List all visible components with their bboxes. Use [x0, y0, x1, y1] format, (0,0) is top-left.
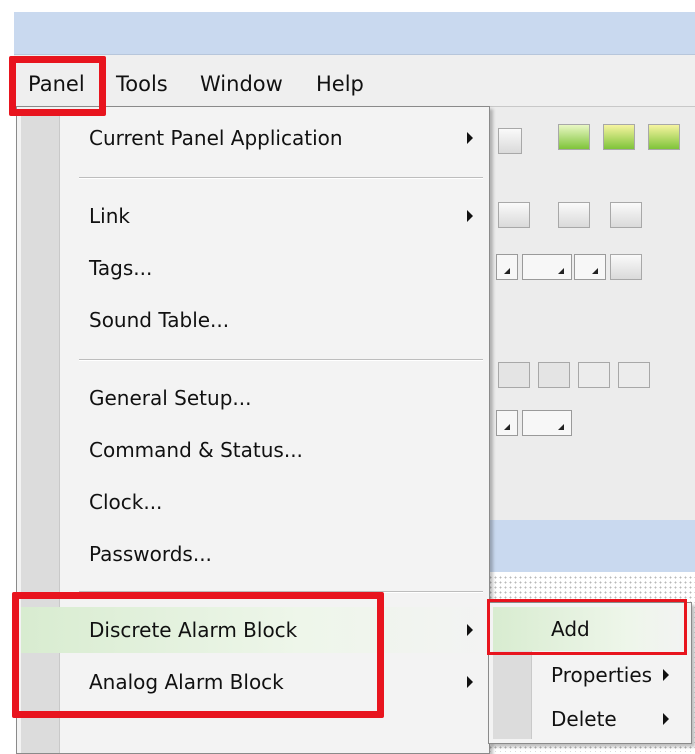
submenu-item-add[interactable]: Add — [493, 607, 687, 651]
submenu-item-properties[interactable]: Properties — [493, 653, 687, 697]
window-title-bar — [14, 12, 695, 54]
toolbar-area — [488, 106, 695, 522]
menu-tools[interactable]: Tools — [116, 72, 168, 96]
menu-separator — [79, 591, 483, 593]
text-display-icon[interactable] — [558, 202, 590, 228]
menu-item-clock[interactable]: Clock... — [21, 479, 487, 525]
menu-separator — [79, 359, 483, 361]
menu-panel[interactable]: Panel — [28, 72, 85, 96]
menu-window[interactable]: Window — [200, 72, 283, 96]
dropdown-5[interactable] — [522, 410, 572, 436]
menu-item-analog-alarm-block[interactable]: Analog Alarm Block — [21, 659, 487, 705]
submenu-arrow-icon — [663, 713, 669, 725]
menu-item-passwords[interactable]: Passwords... — [21, 531, 487, 577]
dropdown-1[interactable] — [496, 254, 518, 280]
panel-copy-icon[interactable] — [558, 124, 590, 150]
crosshair-icon[interactable] — [610, 254, 642, 280]
spin-icon[interactable] — [498, 128, 522, 154]
unlink-icon[interactable] — [618, 362, 650, 388]
select-icon[interactable] — [498, 362, 530, 388]
link-icon[interactable] — [578, 362, 610, 388]
panel-menu: Current Panel Application Link Tags... S… — [16, 106, 490, 754]
alarm-block-submenu: Add Properties Delete — [488, 602, 692, 744]
menu-help[interactable]: Help — [316, 72, 364, 96]
submenu-arrow-icon — [467, 624, 473, 636]
panel-up-icon[interactable] — [603, 124, 635, 150]
menu-item-discrete-alarm-block[interactable]: Discrete Alarm Block — [21, 607, 487, 653]
numeric-display-icon[interactable] — [498, 202, 530, 228]
panel-edit-icon[interactable] — [648, 124, 680, 150]
panel-window-title — [488, 520, 695, 572]
picture-icon[interactable] — [610, 202, 642, 228]
menu-item-link[interactable]: Link — [21, 193, 487, 239]
menu-item-sound-table[interactable]: Sound Table... — [21, 297, 487, 343]
menu-item-command-status[interactable]: Command & Status... — [21, 427, 487, 473]
select-all-icon[interactable] — [538, 362, 570, 388]
submenu-arrow-icon — [467, 132, 473, 144]
submenu-arrow-icon — [663, 669, 669, 681]
menu-separator — [79, 177, 483, 179]
submenu-arrow-icon — [467, 676, 473, 688]
dropdown-3[interactable] — [574, 254, 606, 280]
dropdown-2[interactable] — [522, 254, 572, 280]
dropdown-4[interactable] — [496, 410, 518, 436]
submenu-arrow-icon — [467, 210, 473, 222]
menu-item-general-setup[interactable]: General Setup... — [21, 375, 487, 421]
menu-item-tags[interactable]: Tags... — [21, 245, 487, 291]
menu-item-current-panel-application[interactable]: Current Panel Application — [21, 115, 487, 161]
submenu-item-delete[interactable]: Delete — [493, 697, 687, 741]
